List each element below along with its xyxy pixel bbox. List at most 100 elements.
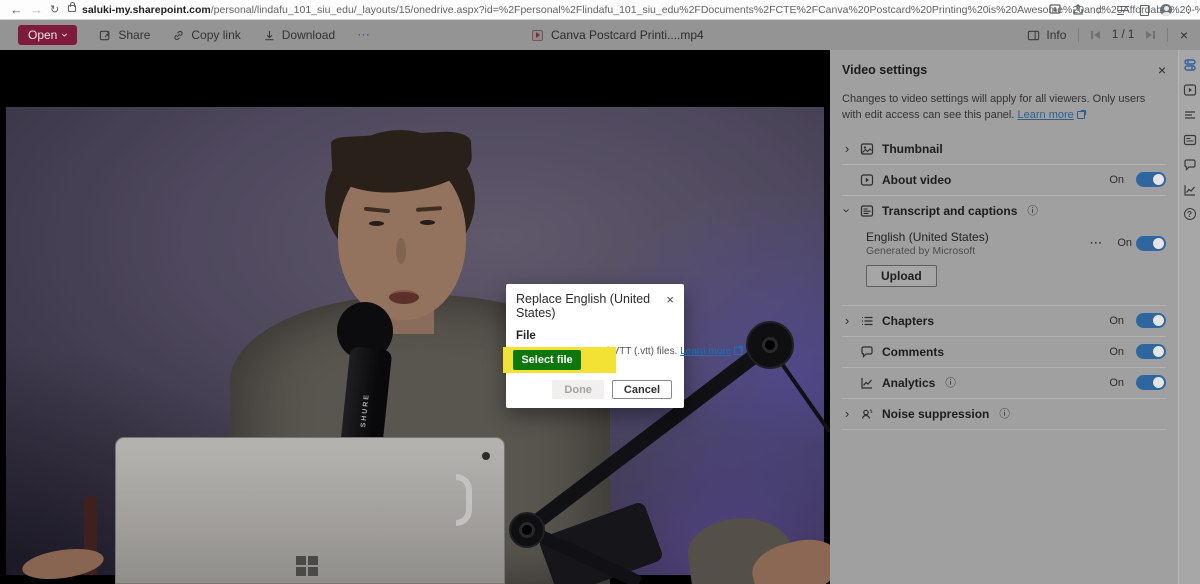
row-comments[interactable]: › Comments On (842, 337, 1166, 367)
row-chapters[interactable]: › Chapters On (842, 306, 1166, 336)
chevron-right-icon[interactable]: › (842, 313, 852, 328)
link-icon (174, 30, 183, 40)
noise-info-icon[interactable]: ⓘ (999, 406, 1010, 421)
analytics-toggle[interactable] (1136, 375, 1166, 391)
stream-app: Open › Share Copy link Download ⋯ Canva … (0, 20, 1200, 584)
row-transcript[interactable]: › Transcript and captions ⓘ (840, 196, 1166, 226)
profile-avatar[interactable] (1160, 4, 1172, 16)
analytics-label: Analytics (882, 375, 936, 390)
chapters-label: Chapters (882, 313, 935, 328)
dialog-learn-more-link[interactable]: Learn more (680, 346, 731, 357)
caption-toggle[interactable] (1136, 235, 1166, 251)
file-section-label: File (516, 330, 536, 342)
thumbnail-label: Thumbnail (882, 141, 943, 156)
side-panel-icon[interactable] (1140, 4, 1149, 16)
noise-suppression-label: Noise suppression (882, 406, 990, 421)
next-item-button[interactable] (1146, 31, 1155, 39)
panel-close-icon[interactable]: × (1158, 62, 1166, 78)
chevron-right-icon[interactable]: › (842, 141, 852, 156)
row-analytics[interactable]: › Analytics ⓘ On (842, 368, 1166, 398)
app-toolbar: Open › Share Copy link Download ⋯ Canva … (0, 20, 1200, 50)
comments-tab-icon[interactable] (1183, 158, 1197, 172)
open-button[interactable]: Open › (18, 25, 78, 45)
chapters-tab-icon[interactable] (1183, 108, 1197, 122)
browser-menu-icon[interactable]: ⋮ (1183, 4, 1194, 16)
replace-captions-dialog: Replace English (United States) × File S… (503, 284, 744, 408)
share-page-icon[interactable] (1072, 4, 1084, 16)
comments-icon (860, 345, 874, 359)
browser-reload-icon[interactable]: ↻ (50, 0, 59, 20)
cancel-button[interactable]: Cancel (611, 380, 672, 399)
modal-dim-overlay (0, 50, 830, 584)
share-button[interactable]: Share (99, 28, 150, 42)
video-settings-tab-icon[interactable] (1183, 58, 1197, 72)
external-link-icon (734, 346, 744, 356)
upload-button[interactable]: Upload (866, 264, 937, 287)
row-about-video[interactable]: › About video On (842, 165, 1166, 195)
dialog-title: Replace English (United States) (516, 292, 651, 320)
analytics-icon (860, 376, 874, 390)
row-noise-suppression[interactable]: › Noise suppression ⓘ (842, 399, 1166, 429)
chevron-down-icon[interactable]: › (840, 206, 855, 216)
transcript-icon (860, 204, 874, 218)
noise-suppression-icon (860, 407, 874, 421)
open-label: Open (28, 28, 58, 42)
transcript-info-icon[interactable]: ⓘ (1027, 203, 1038, 218)
info-label: Info (1046, 28, 1067, 42)
analytics-tab-icon[interactable] (1183, 183, 1197, 197)
about-video-tab-icon[interactable] (1183, 83, 1197, 97)
transcript-tab-icon[interactable] (1183, 133, 1197, 147)
help-icon[interactable]: ? (1183, 208, 1196, 220)
comments-state: On (1109, 345, 1124, 358)
download-button[interactable]: Download (263, 28, 335, 42)
external-link-icon (1076, 110, 1086, 120)
bookmark-star-icon[interactable]: ☆ (1095, 4, 1106, 16)
analytics-state: On (1109, 376, 1124, 389)
analytics-info-icon[interactable]: ⓘ (945, 375, 956, 390)
done-button[interactable]: Done (552, 380, 604, 399)
about-video-toggle[interactable] (1136, 172, 1166, 188)
video-surface[interactable]: SHURE (0, 50, 830, 584)
browser-chrome: ← → ↻ saluki-my.sharepoint.com/personal/… (0, 0, 1200, 20)
browser-forward-icon[interactable]: → (30, 0, 43, 20)
transcript-label: Transcript and captions (882, 203, 1018, 218)
comments-label: Comments (882, 344, 945, 359)
dialog-close-icon[interactable]: × (666, 293, 674, 306)
info-panel-icon (1028, 30, 1040, 40)
chapters-toggle[interactable] (1136, 313, 1166, 329)
file-title: Canva Postcard Printi....mp4 (551, 28, 704, 42)
caption-track-row: English (United States) Generated by Mic… (866, 230, 1166, 257)
chevron-right-icon[interactable]: › (842, 406, 852, 421)
install-app-icon[interactable] (1049, 4, 1061, 16)
about-video-icon (860, 173, 874, 187)
about-video-state: On (1109, 173, 1124, 186)
video-settings-panel: Video settings × Changes to video settin… (830, 50, 1178, 584)
address-bar[interactable]: saluki-my.sharepoint.com/personal/lindaf… (82, 0, 1200, 20)
page-indicator: 1 / 1 (1111, 29, 1135, 41)
reading-list-icon[interactable] (1117, 5, 1129, 16)
panel-description: Changes to video settings will apply for… (842, 92, 1166, 124)
url-domain: saluki-my.sharepoint.com (82, 4, 211, 16)
chapters-state: On (1109, 314, 1124, 327)
download-icon (265, 30, 274, 40)
caption-language: English (United States) (866, 229, 989, 244)
select-file-button[interactable]: Select file (513, 350, 581, 370)
browser-back-icon[interactable]: ← (10, 0, 23, 20)
more-commands-icon[interactable]: ⋯ (357, 27, 371, 43)
panel-title: Video settings (842, 63, 928, 77)
copy-link-button[interactable]: Copy link (172, 28, 241, 42)
copy-link-label: Copy link (191, 28, 241, 42)
panel-learn-more-link[interactable]: Learn more (1018, 109, 1074, 121)
about-video-label: About video (882, 172, 952, 187)
caption-state: On (1117, 237, 1132, 250)
chevron-down-icon: › (58, 33, 73, 37)
close-viewer-icon[interactable]: × (1180, 28, 1188, 42)
side-icon-strip: ? (1178, 50, 1200, 584)
comments-toggle[interactable] (1136, 344, 1166, 360)
caption-more-icon[interactable]: ⋯ (1089, 235, 1103, 251)
previous-item-button[interactable] (1091, 31, 1100, 39)
thumbnail-icon (860, 142, 874, 156)
info-button[interactable]: Info (1027, 28, 1066, 42)
row-thumbnail[interactable]: › Thumbnail (842, 134, 1166, 164)
panel-description-text: Changes to video settings will apply for… (842, 93, 1146, 121)
